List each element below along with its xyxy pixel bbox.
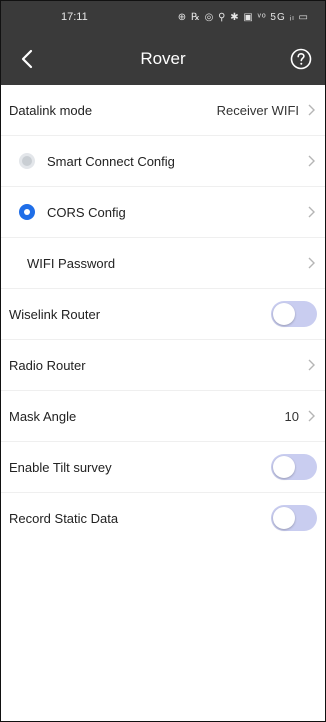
- chevron-right-icon: [305, 104, 317, 116]
- wiselink-router-label: Wiselink Router: [9, 306, 101, 322]
- enable-tilt-survey-toggle[interactable]: [271, 454, 317, 480]
- chevron-right-icon: [305, 359, 317, 371]
- chevron-right-icon: [305, 155, 317, 167]
- toggle-knob: [273, 507, 295, 529]
- chevron-right-icon: [305, 257, 317, 269]
- wifi-password-row[interactable]: WIFI Password: [1, 238, 325, 289]
- app-frame: 17:11 ⊕ ℞ ◎ ⚲ ✱ ▣ ᵛᵒ 5G ᵢₗ ▭ Rover Datal…: [0, 0, 326, 722]
- enable-tilt-survey-label: Enable Tilt survey: [9, 459, 112, 475]
- wiselink-router-toggle[interactable]: [271, 301, 317, 327]
- wifi-password-label: WIFI Password: [27, 255, 116, 271]
- back-arrow-icon[interactable]: [13, 45, 41, 73]
- record-static-data-toggle[interactable]: [271, 505, 317, 531]
- record-static-data-label: Record Static Data: [9, 510, 119, 526]
- wiselink-router-row: Wiselink Router: [1, 289, 325, 340]
- page-title: Rover: [140, 49, 186, 68]
- smart-connect-config-row[interactable]: Smart Connect Config: [1, 136, 325, 187]
- datalink-mode-row[interactable]: Datalink mode Receiver WIFI: [1, 85, 325, 136]
- status-icons: ⊕ ℞ ◎ ⚲ ✱ ▣ ᵛᵒ 5G ᵢₗ ▭: [177, 11, 309, 23]
- chevron-right-icon: [305, 410, 317, 422]
- radio-router-label: Radio Router: [9, 357, 86, 373]
- cors-config-row[interactable]: CORS Config: [1, 187, 325, 238]
- smart-connect-label: Smart Connect Config: [47, 153, 175, 169]
- toggle-knob: [273, 303, 295, 325]
- status-bar: 17:11 ⊕ ℞ ◎ ⚲ ✱ ▣ ᵛᵒ 5G ᵢₗ ▭: [1, 1, 325, 33]
- status-time: 17:11: [61, 11, 88, 23]
- smart-connect-radio[interactable]: [19, 153, 35, 169]
- mask-angle-row[interactable]: Mask Angle 10: [1, 391, 325, 442]
- top-bar: 17:11 ⊕ ℞ ◎ ⚲ ✱ ▣ ᵛᵒ 5G ᵢₗ ▭ Rover: [1, 1, 325, 85]
- mask-angle-label: Mask Angle: [9, 408, 77, 424]
- cors-config-label: CORS Config: [47, 204, 126, 220]
- help-icon[interactable]: [287, 45, 315, 73]
- toggle-knob: [273, 456, 295, 478]
- datalink-mode-value: Receiver WIFI: [216, 102, 299, 118]
- chevron-right-icon: [305, 206, 317, 218]
- enable-tilt-survey-row: Enable Tilt survey: [1, 442, 325, 493]
- datalink-mode-label: Datalink mode: [9, 102, 93, 118]
- nav-bar: Rover: [1, 33, 325, 85]
- settings-list: Datalink mode Receiver WIFI Smart Connec…: [1, 85, 325, 543]
- record-static-data-row: Record Static Data: [1, 493, 325, 543]
- cors-config-radio[interactable]: [19, 204, 35, 220]
- mask-angle-value: 10: [284, 408, 299, 424]
- radio-router-row[interactable]: Radio Router: [1, 340, 325, 391]
